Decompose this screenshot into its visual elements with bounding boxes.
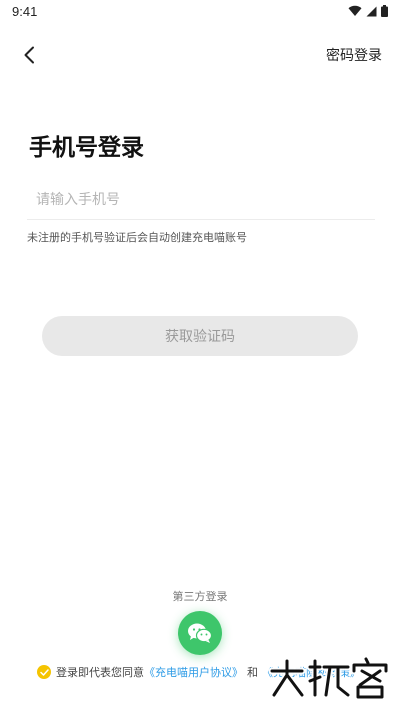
agree-checkbox[interactable] [37, 665, 51, 679]
wechat-icon [188, 623, 213, 643]
get-code-button[interactable]: 获取验证码 [42, 316, 358, 356]
chevron-left-icon [24, 46, 34, 64]
status-bar: 9:41 [0, 0, 400, 24]
signal-icon [366, 6, 377, 16]
watermark-logo [268, 655, 392, 705]
agreement-conjunction: 和 [247, 666, 258, 679]
phone-input[interactable] [27, 182, 375, 218]
home-indicator [0, 708, 400, 712]
password-login-link[interactable]: 密码登录 [326, 45, 382, 65]
agreement-prefix: 登录即代表您同意 [56, 666, 144, 679]
register-hint: 未注册的手机号验证后会自动创建充电喵账号 [27, 231, 247, 244]
wifi-icon [348, 5, 362, 17]
checkmark-icon [39, 668, 49, 676]
page-title: 手机号登录 [29, 135, 144, 161]
battery-icon [381, 5, 388, 17]
phone-input-container [27, 182, 375, 220]
status-time: 9:41 [12, 4, 38, 19]
status-icons [348, 5, 388, 17]
back-button[interactable] [16, 42, 42, 68]
third-party-label: 第三方登录 [172, 590, 228, 603]
watermark-logo-graphic [268, 655, 390, 701]
user-agreement-link[interactable]: 《充电喵用户协议》 [144, 664, 243, 680]
wechat-login-button[interactable] [178, 611, 222, 655]
